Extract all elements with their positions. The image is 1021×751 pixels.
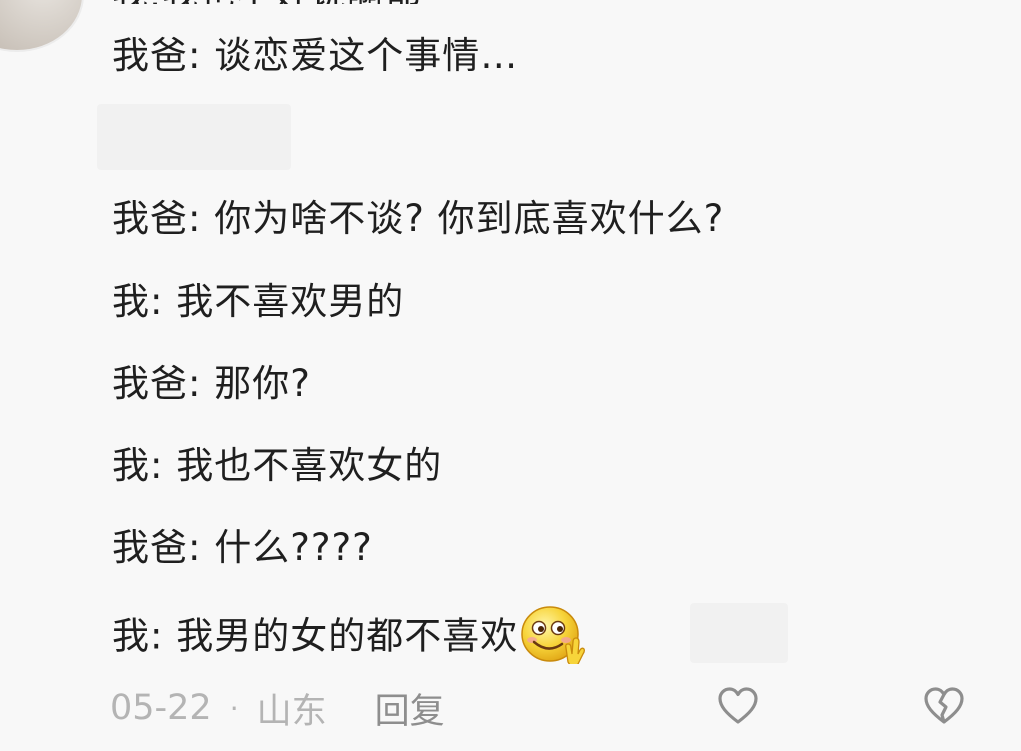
- heart-outline-icon[interactable]: [716, 684, 760, 728]
- comment-location: 山东: [256, 691, 327, 732]
- comment-line-5: 我: 我也不喜欢女的: [112, 444, 442, 488]
- line-text: 那你?: [214, 362, 311, 405]
- separator: :: [188, 526, 215, 569]
- comment-line-3: 我: 我不喜欢男的: [112, 280, 404, 324]
- speaker-label: 我爸: [112, 34, 188, 77]
- smirk-peace-emoji-icon: [520, 604, 586, 667]
- separator: :: [150, 444, 177, 487]
- speaker-label: 我爸: [112, 362, 188, 405]
- comment-line-6: 我爸: 什么????: [112, 526, 373, 570]
- speaker-label: 我: [112, 614, 150, 658]
- comment-line-2: 我爸: 你为啥不谈? 你到底喜欢什么?: [112, 197, 724, 241]
- separator: :: [188, 362, 215, 405]
- line-text: 我也不喜欢女的: [176, 444, 443, 487]
- speaker-label: 我爸: [112, 197, 188, 240]
- meta-separator: ·: [229, 691, 239, 725]
- separator: :: [188, 197, 215, 240]
- speaker-label: 我: [112, 280, 150, 323]
- comment-line-7: 我: 我男的女的都不喜欢: [112, 606, 586, 668]
- line-text: 谈恋爱这个事情…: [214, 34, 519, 77]
- comment-meta: 05-22 · 山东 回复: [110, 684, 445, 732]
- separator: :: [150, 280, 177, 323]
- comment-date: 05-22: [110, 688, 212, 728]
- line-text: 你为啥不谈? 你到底喜欢什么?: [214, 197, 725, 240]
- line-text: 什么????: [214, 526, 373, 569]
- comment-line-1: 我爸: 谈恋爱这个事情…: [112, 34, 518, 78]
- redacted-area: [690, 603, 788, 663]
- separator: :: [150, 614, 177, 658]
- speaker-label: 我: [112, 444, 150, 487]
- speaker-label: 我爸: [112, 526, 188, 569]
- line-text: 我不喜欢男的: [176, 280, 405, 323]
- line-text: 我男的女的都不喜欢: [176, 614, 519, 658]
- truncated-previous-line: 我:我也不好说啊都: [112, 0, 562, 4]
- comment-line-4: 我爸: 那你?: [112, 362, 311, 406]
- redacted-image-area: [97, 104, 291, 170]
- separator: :: [188, 34, 215, 77]
- broken-heart-icon[interactable]: [922, 684, 966, 728]
- reply-button[interactable]: 回复: [375, 683, 445, 734]
- avatar[interactable]: [0, 0, 82, 50]
